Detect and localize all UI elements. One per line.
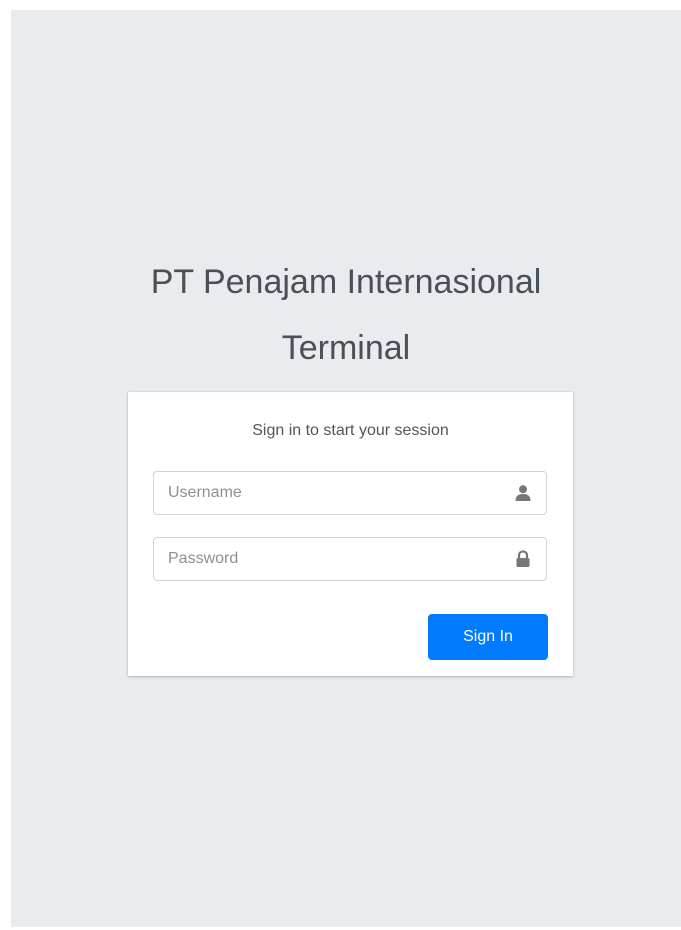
password-input[interactable] <box>154 538 494 580</box>
username-field[interactable] <box>153 471 547 515</box>
password-field[interactable] <box>153 537 547 581</box>
login-page: PT Penajam Internasional Terminal Sign i… <box>11 10 681 927</box>
username-input[interactable] <box>154 472 494 514</box>
login-card: Sign in to start your session Sign In <box>128 392 573 676</box>
brand-title-line2: Terminal <box>281 329 411 367</box>
login-logo: PT Penajam Internasional Terminal <box>11 260 681 370</box>
sign-in-button[interactable]: Sign In <box>428 614 548 660</box>
brand-title-line1: PT Penajam Internasional <box>150 263 542 301</box>
lock-icon <box>516 550 530 567</box>
user-icon <box>515 485 531 501</box>
login-box-message: Sign in to start your session <box>252 422 449 439</box>
